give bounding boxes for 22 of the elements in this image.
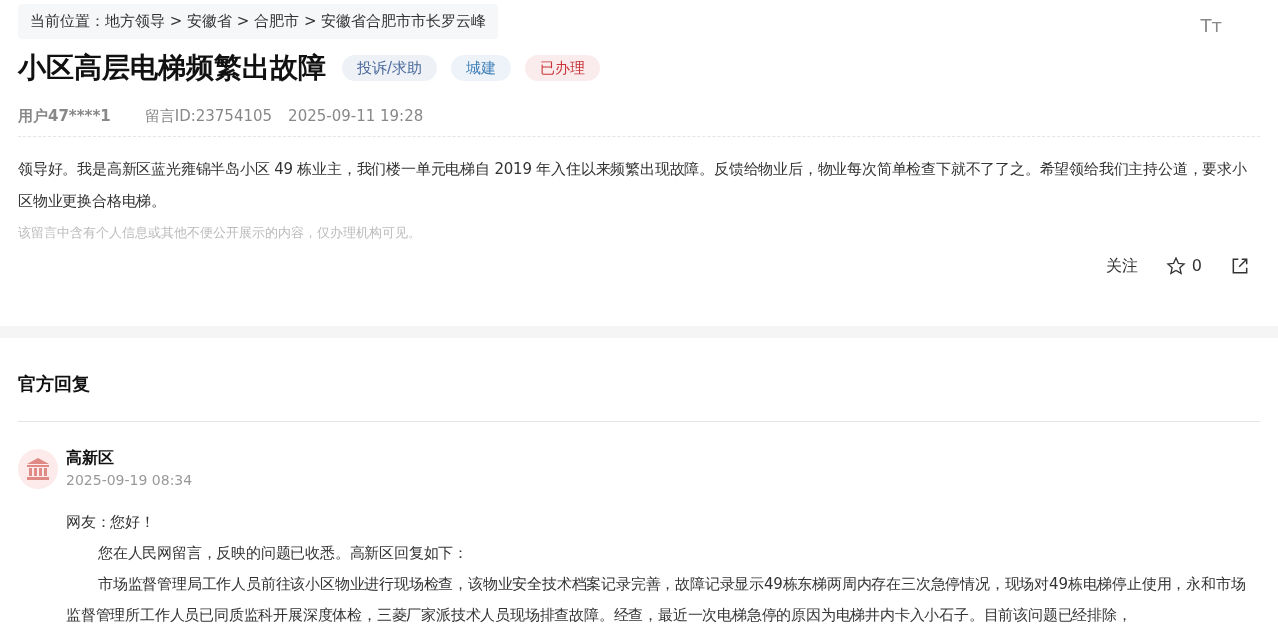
- like-button[interactable]: 0: [1165, 254, 1202, 278]
- post-time: 2025-09-11 19:28: [288, 106, 424, 127]
- building-icon: [26, 457, 50, 480]
- message-text: 领导好。我是高新区蓝光雍锦半岛小区 49 栋业主，我们楼一单元电梯自 2019 年入住以来频繁出现故障。反馈给物业后，物业每次简单检查下就不了了之。希望领给我们主持公道，要求小区物业更换合格电梯。: [18, 158, 1248, 212]
- font-size-button[interactable]: Tт: [1200, 12, 1222, 39]
- organization-name: 高新区: [66, 447, 115, 469]
- follow-button[interactable]: 关注: [1105, 254, 1138, 278]
- user-name: 用户47****1: [18, 106, 111, 127]
- reply-paragraph: 您在人民网留言，反映的问题已收悉。高新区回复如下：: [97, 543, 469, 564]
- message-id: 留言ID:23754105: [144, 106, 273, 127]
- star-icon: [1165, 256, 1186, 276]
- share-button[interactable]: [1230, 256, 1250, 276]
- reply-paragraph: 市场监督管理局工作人员前往该小区物业进行现场检查，该物业安全技术档案记录完善，故障记录显示49栋东梯两周内存在三次急停情况，现场对49栋电梯停止使用，永和市场监督管理所工作人员已同质监科开展深度体检，三菱厂家派技术人员现场排查故障。经查，最近一次电梯急停的原因为电梯井内卡入小石子。目前该问题已经排除，: [66, 574, 1247, 626]
- reply-time: 2025-09-19 08:34: [66, 471, 193, 490]
- category-tag: 城建: [451, 54, 512, 82]
- page-title: 小区高层电梯频繁出故障: [18, 50, 326, 86]
- category-tag: 投诉/求助: [342, 54, 438, 82]
- breadcrumb: 当前位置：地方领导 > 安徽省 > 合肥市 > 安徽省合肥市市长罗云峰: [18, 4, 499, 39]
- privacy-note: 该留言中含有个人信息或其他不便公开展示的内容，仅办理机构可见。: [18, 223, 422, 242]
- reply-greeting: 网友：您好！: [66, 512, 156, 533]
- section-heading: 官方回复: [18, 370, 1260, 422]
- category-tag: 已办理: [525, 54, 601, 82]
